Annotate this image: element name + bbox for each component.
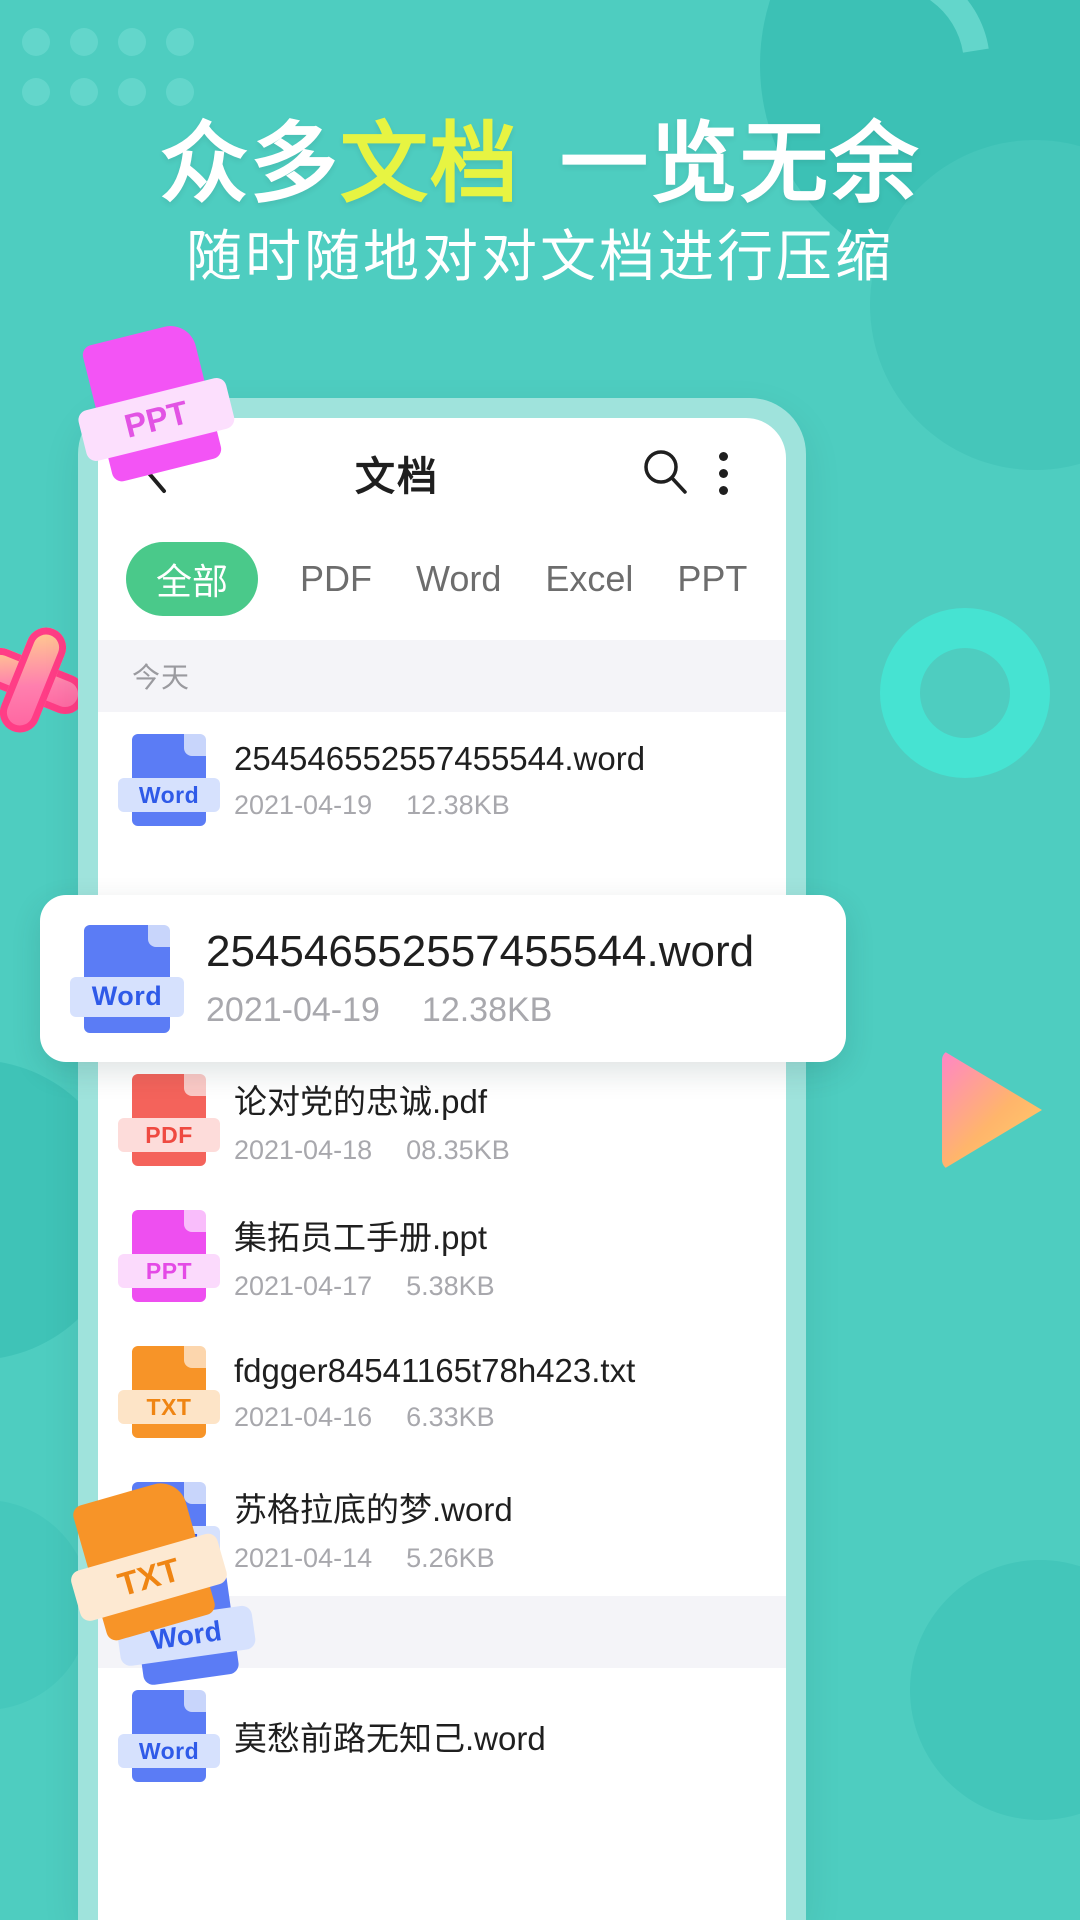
file-date: 2021-04-19	[206, 991, 380, 1029]
headline-highlight: 文档	[339, 114, 520, 213]
file-name: 254546552557455544.word	[234, 739, 646, 777]
overflow-menu-button[interactable]	[694, 444, 752, 502]
ppt-file-icon: PPT	[118, 1210, 220, 1302]
file-meta: 集拓员工手册.ppt 2021-04-17 5.38KB	[234, 1211, 495, 1302]
table-row[interactable]: PDF 论对党的忠诚.pdf 2021-04-18 08.35KB	[98, 1052, 786, 1188]
table-row[interactable]: PPT 集拓员工手册.ppt 2021-04-17 5.38KB	[98, 1188, 786, 1324]
file-date: 2021-04-19	[234, 789, 373, 820]
search-button[interactable]	[636, 444, 694, 502]
file-date: 2021-04-14	[234, 1542, 373, 1573]
file-name: fdgger84541165t78h423.txt	[234, 1351, 636, 1389]
tab-ppt[interactable]: PPT	[675, 554, 749, 604]
file-meta: 254546552557455544.word 2021-04-19 12.38…	[234, 740, 645, 821]
headline-part-2: 一览无余	[560, 114, 921, 213]
tab-pdf[interactable]: PDF	[298, 554, 374, 604]
file-size: 12.38KB	[421, 991, 553, 1029]
table-row[interactable]: Word 莫愁前路无知己.word	[98, 1668, 786, 1804]
file-sub: 2021-04-16 6.33KB	[234, 1402, 635, 1433]
file-size: 6.33KB	[406, 1401, 495, 1432]
decor-blob-bottom-left-2	[0, 1500, 90, 1710]
decor-ring-icon	[880, 608, 1050, 778]
file-meta: fdgger84541165t78h423.txt 2021-04-16 6.3…	[234, 1352, 635, 1433]
word-file-icon: Word	[118, 1690, 220, 1782]
file-type-badge: Word	[70, 976, 184, 1017]
word-file-icon: Word	[118, 734, 220, 826]
page-title: 文档	[355, 455, 439, 499]
file-sub: 2021-04-17 5.38KB	[234, 1271, 495, 1302]
file-meta: 论对党的忠诚.pdf 2021-04-18 08.35KB	[234, 1075, 510, 1166]
word-file-icon: Word	[70, 924, 184, 1033]
promo-subheadline: 随时随地对对文档进行压缩	[186, 225, 894, 288]
headline-part-1: 众多	[159, 114, 340, 213]
file-name: 苏格拉底的梦.word	[234, 1490, 513, 1528]
file-name: 集拓员工手册.ppt	[234, 1218, 488, 1256]
file-meta: 莫愁前路无知己.word	[234, 1712, 546, 1760]
promo-headline: 众多文档 一览无余	[0, 93, 1080, 220]
highlighted-file-meta: 254546552557455544.word 2021-04-19 12.38…	[206, 927, 754, 1030]
file-name: 论对党的忠诚.pdf	[234, 1082, 488, 1120]
tab-all[interactable]: 全部	[126, 542, 259, 616]
file-sub: 2021-04-19 12.38KB	[206, 991, 754, 1030]
table-row[interactable]: TXT fdgger84541165t78h423.txt 2021-04-16…	[98, 1324, 786, 1460]
file-type-badge: Word	[118, 778, 220, 812]
file-size: 08.35KB	[406, 1134, 510, 1165]
file-size: 5.38KB	[406, 1270, 495, 1301]
decor-triangle-icon	[942, 1050, 1042, 1170]
file-name: 254546552557455544.word	[206, 927, 755, 976]
file-date: 2021-04-16	[234, 1401, 373, 1432]
file-sub: 2021-04-19 12.38KB	[234, 790, 645, 821]
file-type-badge: PPT	[118, 1254, 220, 1288]
file-type-tabs: 全部 PDF Word Excel PPT TXT	[98, 528, 786, 640]
phone-screen: 文档 全部 PDF Word Excel PPT TXT 今天 Word	[98, 418, 786, 1920]
decor-blob-bottom-right	[910, 1560, 1080, 1820]
tab-excel[interactable]: Excel	[543, 554, 635, 604]
file-name: 莫愁前路无知己.word	[234, 1720, 546, 1757]
file-type-badge: PDF	[118, 1118, 220, 1152]
file-sub: 2021-04-18 08.35KB	[234, 1135, 510, 1166]
file-size: 12.38KB	[406, 789, 510, 820]
table-row[interactable]: Word 254546552557455544.word 2021-04-19 …	[98, 712, 786, 848]
file-type-badge: Word	[118, 1734, 220, 1768]
file-date: 2021-04-17	[234, 1270, 373, 1301]
pdf-file-icon: PDF	[118, 1074, 220, 1166]
file-sub: 2021-04-14 5.26KB	[234, 1543, 513, 1574]
search-icon	[641, 447, 689, 500]
highlighted-file-card[interactable]: Word 254546552557455544.word 2021-04-19 …	[40, 895, 846, 1062]
txt-file-icon: TXT	[118, 1346, 220, 1438]
file-date: 2021-04-18	[234, 1134, 373, 1165]
section-header-today: 今天	[98, 640, 786, 712]
file-meta: 苏格拉底的梦.word 2021-04-14 5.26KB	[234, 1483, 513, 1574]
file-type-badge: TXT	[118, 1390, 220, 1424]
kebab-menu-icon	[718, 451, 728, 495]
tab-word[interactable]: Word	[414, 554, 503, 604]
file-size: 5.26KB	[406, 1542, 495, 1573]
